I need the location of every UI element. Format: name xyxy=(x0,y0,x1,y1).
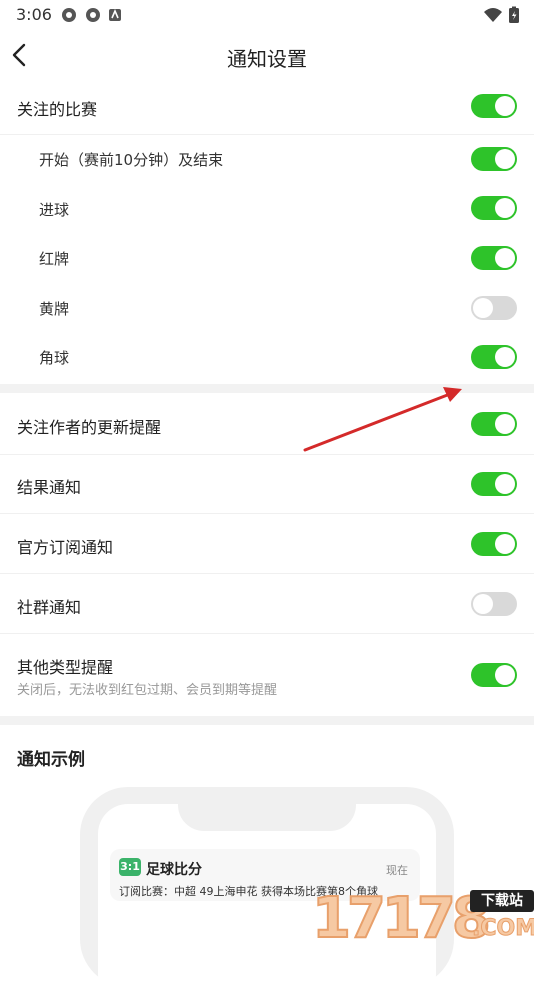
yellow-card-toggle[interactable] xyxy=(471,296,517,320)
status-time: 3:06 xyxy=(16,5,52,24)
result-notice-toggle[interactable] xyxy=(471,472,517,496)
match-start-end-label: 开始（赛前10分钟）及结束 xyxy=(39,151,224,169)
community-notice-row[interactable]: 社群通知 xyxy=(0,574,534,633)
match-start-end-row[interactable]: 开始（赛前10分钟）及结束 xyxy=(0,135,534,183)
section-gap xyxy=(0,716,534,725)
followed-matches-toggle[interactable] xyxy=(471,94,517,118)
toggle-knob xyxy=(495,534,515,554)
status-bar: 3:06 xyxy=(0,0,534,30)
watermark-logo: 17178 下载站 .COM xyxy=(311,886,534,951)
toggle-knob xyxy=(495,198,515,218)
official-subscription-toggle[interactable] xyxy=(471,532,517,556)
toggle-knob xyxy=(473,298,493,318)
notification-time: 现在 xyxy=(386,864,408,877)
corner-toggle[interactable] xyxy=(471,345,517,369)
other-reminder-toggle[interactable] xyxy=(471,663,517,687)
community-notice-toggle[interactable] xyxy=(471,592,517,616)
red-card-row[interactable]: 红牌 xyxy=(0,234,534,282)
toggle-knob xyxy=(495,474,515,494)
app-notification-icon xyxy=(62,8,76,22)
toggle-knob xyxy=(495,96,515,116)
toggle-knob xyxy=(495,248,515,268)
phone-notch xyxy=(178,787,356,831)
toggle-knob xyxy=(495,149,515,169)
example-section-title: 通知示例 xyxy=(17,750,85,770)
followed-matches-row[interactable]: 关注的比赛 xyxy=(0,80,534,134)
community-notice-label: 社群通知 xyxy=(17,598,82,617)
corner-row[interactable]: 角球 xyxy=(0,333,534,381)
notification-app-name: 足球比分 xyxy=(146,862,202,878)
red-card-label: 红牌 xyxy=(39,250,70,268)
official-subscription-label: 官方订阅通知 xyxy=(17,538,114,557)
watermark-suffix: .COM xyxy=(471,916,534,942)
watermark-badge: 下载站 xyxy=(470,890,534,912)
app-icon: 3:1 xyxy=(119,858,141,876)
page-title: 通知设置 xyxy=(227,47,307,71)
toggle-knob xyxy=(495,665,515,685)
toggle-knob xyxy=(495,414,515,434)
red-card-toggle[interactable] xyxy=(471,246,517,270)
goal-label: 进球 xyxy=(39,201,70,219)
annotation-arrow-icon xyxy=(303,387,462,452)
author-update-label: 关注作者的更新提醒 xyxy=(17,418,162,437)
yellow-card-label: 黄牌 xyxy=(39,300,70,318)
nav-bar: 通知设置 xyxy=(0,30,534,80)
toggle-knob xyxy=(495,347,515,367)
other-reminder-label: 其他类型提醒 xyxy=(17,658,114,677)
goal-row[interactable]: 进球 xyxy=(0,185,534,233)
result-notice-label: 结果通知 xyxy=(17,478,82,497)
yellow-card-row[interactable]: 黄牌 xyxy=(0,284,534,332)
toggle-knob xyxy=(473,594,493,614)
other-reminder-description: 关闭后，无法收到红包过期、会员到期等提醒 xyxy=(17,683,278,698)
watermark-digits: 17178 xyxy=(311,886,492,951)
match-start-end-toggle[interactable] xyxy=(471,147,517,171)
goal-toggle[interactable] xyxy=(471,196,517,220)
wifi-icon xyxy=(484,8,502,22)
author-update-toggle[interactable] xyxy=(471,412,517,436)
corner-label: 角球 xyxy=(39,349,70,367)
app-notification-icon xyxy=(86,8,100,22)
other-reminder-row[interactable]: 其他类型提醒 关闭后，无法收到红包过期、会员到期等提醒 xyxy=(0,634,534,714)
download-notification-icon xyxy=(109,8,121,21)
official-subscription-row[interactable]: 官方订阅通知 xyxy=(0,514,534,573)
battery-icon xyxy=(509,6,519,23)
followed-matches-label: 关注的比赛 xyxy=(17,100,98,119)
result-notice-row[interactable]: 结果通知 xyxy=(0,455,534,513)
